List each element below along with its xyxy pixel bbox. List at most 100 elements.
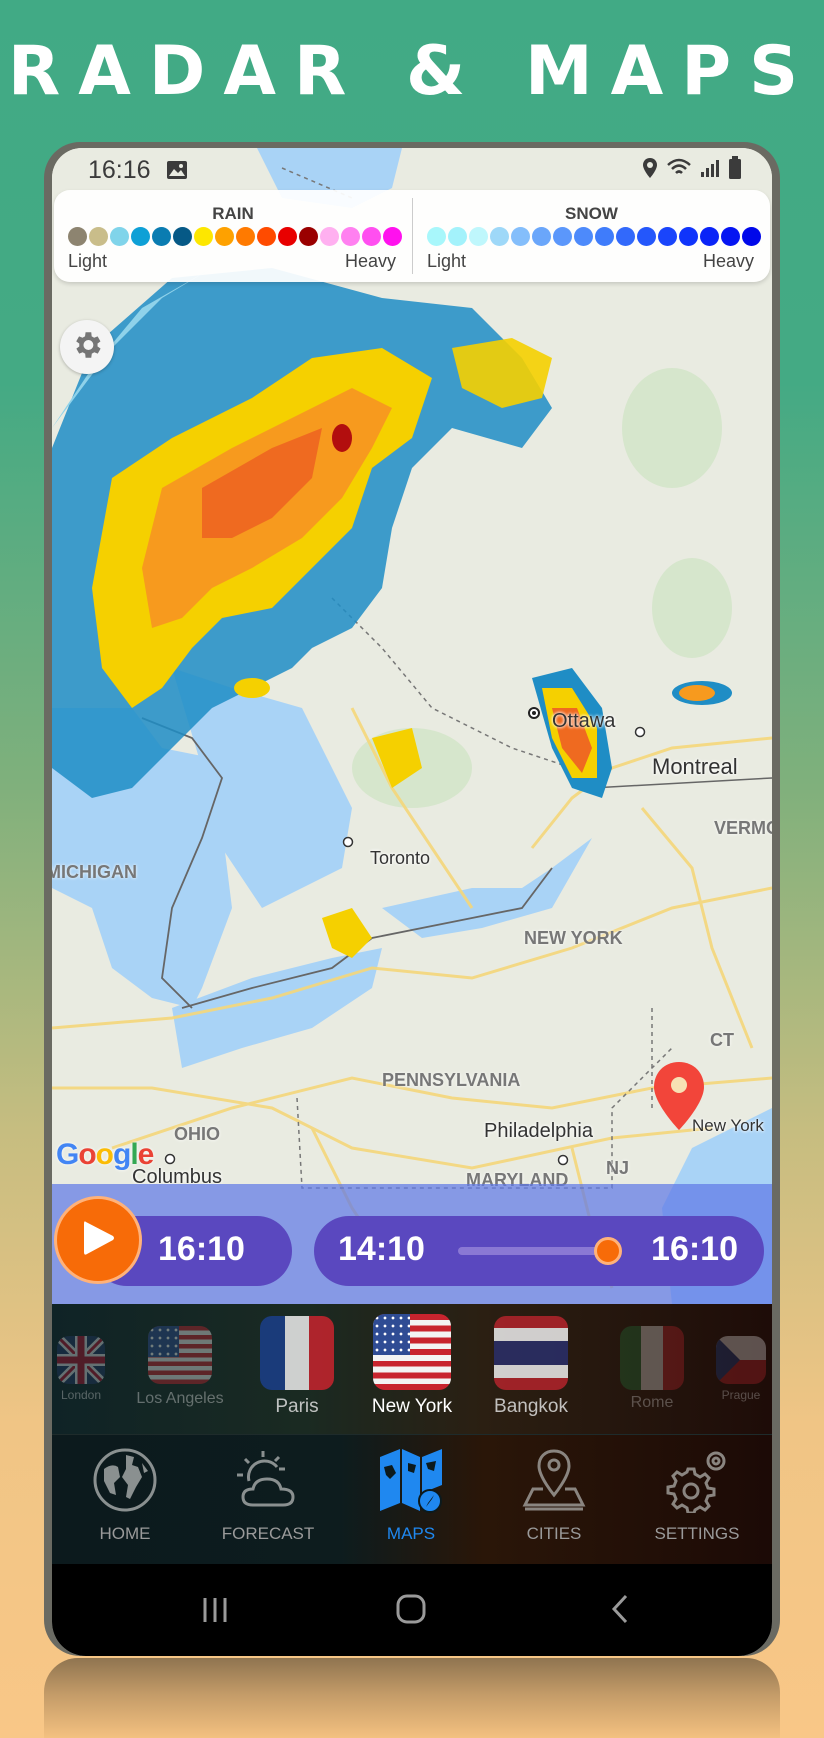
city-los-angeles[interactable]: Los Angeles (120, 1326, 240, 1408)
rain-color-swatch (341, 227, 360, 246)
snow-color-swatch (553, 227, 572, 246)
precipitation-legend: RAIN Light Heavy SNOW Light Heavy (54, 190, 770, 282)
nav-maps-active[interactable]: MAPS (346, 1447, 476, 1544)
state-label-ohio: OHIO (174, 1124, 221, 1144)
snow-color-swatch (574, 227, 593, 246)
map-label-philadelphia: Philadelphia (484, 1120, 593, 1142)
map-label-ottawa: Ottawa (552, 710, 616, 732)
rain-light-label: Light (68, 251, 108, 271)
home-icon[interactable] (396, 1594, 426, 1629)
italy-flag-icon (620, 1326, 684, 1390)
city-label: Bangkok (494, 1396, 568, 1417)
state-label-ct: CT (710, 1030, 734, 1050)
rain-color-swatch (215, 227, 234, 246)
signal-icon (700, 158, 720, 183)
nav-home[interactable]: HOME (60, 1447, 190, 1544)
rain-color-scale (68, 227, 402, 246)
city-label: Rome (630, 1394, 674, 1411)
rain-color-swatch (257, 227, 276, 246)
time-slider-track[interactable] (458, 1247, 608, 1255)
city-label: Los Angeles (136, 1390, 224, 1407)
recents-icon[interactable] (200, 1596, 230, 1629)
rain-legend-title: RAIN (212, 204, 254, 223)
rain-color-swatch (194, 227, 213, 246)
play-icon (80, 1218, 116, 1263)
nav-label: CITIES (526, 1524, 582, 1543)
gear-icon (70, 328, 104, 367)
uk-flag-icon (57, 1336, 105, 1384)
city-prague[interactable]: Prague (712, 1336, 770, 1402)
rain-color-swatch (89, 227, 108, 246)
google-logo: Google (56, 1138, 154, 1171)
snow-color-swatch (742, 227, 761, 246)
sun-cloud-icon (233, 1451, 303, 1517)
headline: RADAR & MAPS (7, 32, 817, 111)
location-pin-icon (521, 1449, 587, 1517)
city-rome[interactable]: Rome (602, 1326, 702, 1412)
rain-color-swatch (383, 227, 402, 246)
status-time: 16:16 (88, 156, 151, 184)
rain-color-swatch (152, 227, 171, 246)
time-slider-thumb[interactable] (594, 1237, 622, 1265)
rain-color-swatch (173, 227, 192, 246)
bottom-navigation: HOME FORECAST MAPS CITIES SETTINGS (52, 1434, 772, 1565)
phone-reflection (44, 1658, 780, 1738)
snow-color-swatch (721, 227, 740, 246)
snow-light-label: Light (427, 251, 467, 271)
state-label-new-york: NEW YORK (524, 928, 623, 948)
city-label: New York (371, 1396, 453, 1417)
city-label: London (60, 1388, 102, 1402)
state-label-vermont: VERMO (714, 818, 772, 838)
map-label-toronto: Toronto (370, 848, 431, 868)
rain-color-swatch (68, 227, 87, 246)
range-end-time: 16:10 (651, 1230, 738, 1268)
city-london[interactable]: London (56, 1336, 106, 1402)
us-flag-icon (148, 1326, 212, 1384)
map-settings-button[interactable] (60, 320, 114, 374)
playback-bar: 16:10 14:10 16:10 (52, 1184, 772, 1304)
back-icon[interactable] (610, 1594, 630, 1629)
rain-legend: RAIN Light Heavy (54, 190, 412, 282)
range-start-time: 14:10 (338, 1230, 425, 1268)
snow-color-swatch (532, 227, 551, 246)
thailand-flag-icon (494, 1316, 568, 1390)
us-flag-icon (373, 1314, 451, 1390)
wifi-icon (666, 157, 692, 184)
snow-legend-title: SNOW (565, 204, 618, 223)
city-label: Prague (721, 1388, 761, 1402)
nav-forecast[interactable]: FORECAST (203, 1447, 333, 1544)
snow-heavy-label: Heavy (702, 251, 754, 271)
system-navigation-bar (52, 1564, 772, 1656)
snow-color-swatch (448, 227, 467, 246)
snow-color-swatch (595, 227, 614, 246)
status-bar: 16:16 (52, 148, 772, 188)
phone-screen: Ottawa Montreal Toronto Philadelphia Col… (52, 148, 772, 1656)
location-icon (642, 157, 658, 184)
play-button[interactable] (54, 1196, 142, 1284)
nav-label: HOME (99, 1524, 151, 1543)
city-label: Paris (275, 1396, 319, 1417)
city-paris[interactable]: Paris (242, 1316, 352, 1418)
nav-label: FORECAST (221, 1524, 315, 1543)
phone-frame: Ottawa Montreal Toronto Philadelphia Col… (44, 142, 780, 1656)
current-time: 16:10 (158, 1230, 245, 1268)
state-label-nj: NJ (606, 1158, 630, 1178)
gears-icon (664, 1451, 730, 1517)
city-bangkok[interactable]: Bangkok (476, 1316, 586, 1418)
location-marker-icon[interactable] (652, 1060, 706, 1137)
rain-color-swatch (236, 227, 255, 246)
snow-color-swatch (616, 227, 635, 246)
city-new-york-selected[interactable]: New York (350, 1314, 474, 1418)
state-label-michigan: MICHIGAN (52, 862, 137, 882)
state-label-pennsylvania: PENNSYLVANIA (382, 1070, 521, 1090)
rain-color-swatch (299, 227, 318, 246)
nav-cities[interactable]: CITIES (489, 1447, 619, 1544)
battery-icon (728, 156, 742, 185)
snow-color-swatch (469, 227, 488, 246)
rain-color-swatch (362, 227, 381, 246)
rain-color-swatch (278, 227, 297, 246)
czech-flag-icon (716, 1336, 766, 1384)
rain-heavy-label: Heavy (344, 251, 396, 271)
time-range-pill: 14:10 16:10 (314, 1216, 764, 1286)
nav-settings[interactable]: SETTINGS (632, 1447, 762, 1544)
